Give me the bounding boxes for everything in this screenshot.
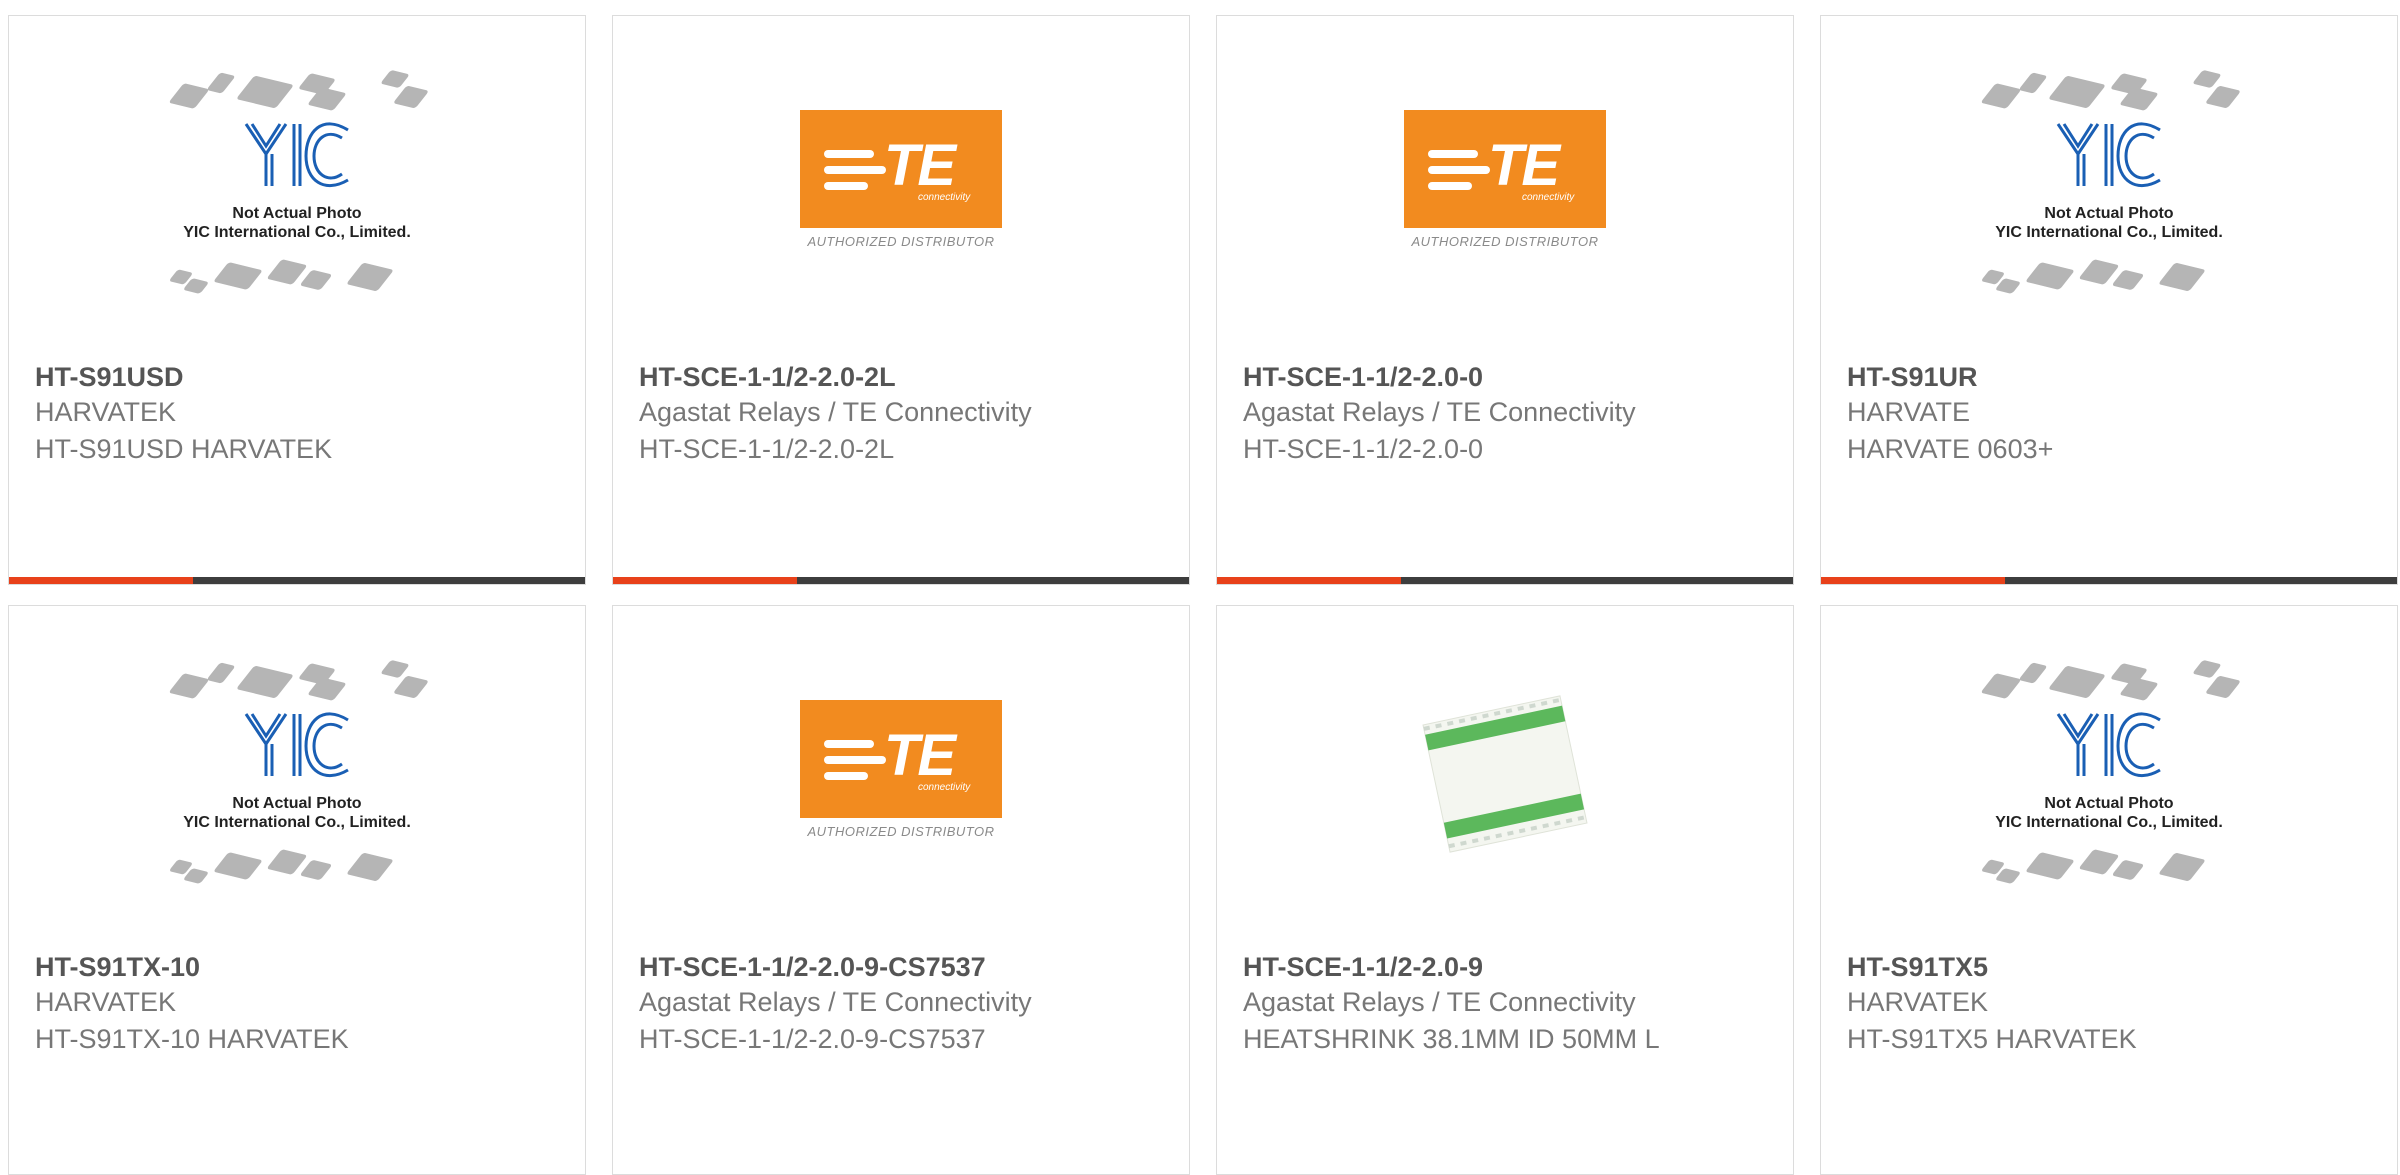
product-card[interactable]: Not Actual Photo YIC International Co., L… [8, 15, 586, 585]
product-description: HT-SCE-1-1/2-2.0-2L [639, 434, 895, 464]
part-number-link[interactable]: HT-SCE-1-1/2-2.0-0 [1243, 360, 1693, 394]
chip-icon [235, 665, 295, 699]
chip-icon [168, 673, 210, 699]
chip-icon [2158, 262, 2206, 292]
product-image[interactable]: Not Actual Photo YIC International Co., L… [1821, 606, 2397, 941]
product-image[interactable]: TE connectivity AUTHORIZED DISTRIBUTOR [613, 606, 1189, 941]
yic-placeholder-image: Not Actual Photo YIC International Co., L… [1974, 656, 2244, 891]
product-image[interactable]: TE connectivity AUTHORIZED DISTRIBUTOR [613, 16, 1189, 351]
manufacturer-name: Agastat Relays / TE Connectivity [1243, 987, 1636, 1017]
chip-icon [168, 83, 210, 109]
placeholder-note: Not Actual Photo [232, 795, 362, 812]
product-card[interactable]: Not Actual Photo YIC International Co., L… [1820, 605, 2398, 1175]
product-description: HT-S91USD HARVATEK [35, 434, 333, 464]
product-image[interactable]: TE connectivity AUTHORIZED DISTRIBUTOR [1217, 16, 1793, 351]
part-number-link[interactable]: HT-SCE-1-1/2-2.0-2L [639, 360, 1089, 394]
product-description: HT-SCE-1-1/2-2.0-9-CS7537 [639, 1024, 986, 1054]
te-connectivity-logo: TE connectivity AUTHORIZED DISTRIBUTOR [800, 699, 1002, 848]
placeholder-company: YIC International Co., Limited. [1995, 814, 2223, 831]
chip-icon [2111, 859, 2145, 881]
part-number-link[interactable]: HT-S91TX-10 [35, 950, 485, 984]
product-image[interactable]: Not Actual Photo YIC International Co., L… [9, 606, 585, 941]
chip-icon [2192, 659, 2222, 679]
part-number-link[interactable]: HT-SCE-1-1/2-2.0-9-CS7537 [639, 950, 1089, 984]
chip-icon [346, 262, 394, 292]
chip-icon [346, 852, 394, 882]
authorized-distributor-label: AUTHORIZED DISTRIBUTOR [807, 233, 995, 249]
manufacturer-name: Agastat Relays / TE Connectivity [639, 397, 1032, 427]
product-description: HEATSHRINK 38.1MM ID 50MM L [1243, 1024, 1660, 1054]
card-footer-bar [1217, 577, 1793, 584]
yic-logo-icon [244, 122, 349, 187]
chip-icon [2025, 852, 2075, 880]
chip-icon [392, 85, 430, 109]
chip-icon [2111, 269, 2145, 291]
placeholder-note: Not Actual Photo [2044, 205, 2174, 222]
product-image[interactable] [1217, 606, 1793, 941]
chip-icon [206, 662, 236, 684]
chip-icon [299, 269, 333, 291]
chip-icon [380, 69, 410, 89]
manufacturer-name: Agastat Relays / TE Connectivity [1243, 397, 1636, 427]
heatshrink-photo [1422, 694, 1588, 853]
chip-icon [1980, 83, 2022, 109]
product-card[interactable]: Not Actual Photo YIC International Co., L… [1820, 15, 2398, 585]
chip-icon [213, 262, 263, 290]
manufacturer-name: HARVATEK [1847, 987, 1989, 1017]
manufacturer-name: HARVATEK [35, 397, 177, 427]
product-description: HT-S91TX5 HARVATEK [1847, 1024, 2137, 1054]
placeholder-note: Not Actual Photo [232, 205, 362, 222]
chip-icon [2158, 852, 2206, 882]
chip-icon [380, 659, 410, 679]
part-number-link[interactable]: HT-SCE-1-1/2-2.0-9 [1243, 950, 1693, 984]
card-footer-bar [9, 577, 585, 584]
product-description: HT-S91TX-10 HARVATEK [35, 1024, 349, 1054]
chip-icon [2204, 85, 2242, 109]
product-image[interactable]: Not Actual Photo YIC International Co., L… [1821, 16, 2397, 351]
chip-icon [213, 852, 263, 880]
chip-icon [1980, 673, 2022, 699]
chip-icon [2047, 75, 2107, 109]
chip-icon [392, 675, 430, 699]
yic-placeholder-image: Not Actual Photo YIC International Co., L… [1974, 66, 2244, 301]
yic-logo-icon [2056, 122, 2161, 187]
product-description: HARVATE 0603+ [1847, 434, 2054, 464]
yic-placeholder-image: Not Actual Photo YIC International Co., L… [162, 656, 432, 891]
chip-icon [2204, 675, 2242, 699]
chip-icon [2018, 662, 2048, 684]
chip-icon [2018, 72, 2048, 94]
card-footer-bar [613, 577, 1189, 584]
product-description: HT-SCE-1-1/2-2.0-0 [1243, 434, 1484, 464]
chip-icon [206, 72, 236, 94]
placeholder-company: YIC International Co., Limited. [183, 224, 411, 241]
manufacturer-name: Agastat Relays / TE Connectivity [639, 987, 1032, 1017]
product-card[interactable]: TE connectivity AUTHORIZED DISTRIBUTOR HT-S… [1216, 15, 1794, 585]
placeholder-note: Not Actual Photo [2044, 795, 2174, 812]
manufacturer-name: HARVATE [1847, 397, 1971, 427]
authorized-distributor-label: AUTHORIZED DISTRIBUTOR [807, 823, 995, 839]
placeholder-company: YIC International Co., Limited. [183, 814, 411, 831]
yic-logo-icon [244, 712, 349, 777]
chip-icon [235, 75, 295, 109]
part-number-link[interactable]: HT-S91USD [35, 360, 485, 394]
part-number-link[interactable]: HT-S91UR [1847, 360, 2297, 394]
product-card[interactable]: TE connectivity AUTHORIZED DISTRIBUTOR HT-S… [612, 15, 1190, 585]
chip-icon [299, 859, 333, 881]
product-card[interactable]: TE connectivity AUTHORIZED DISTRIBUTOR HT-S… [612, 605, 1190, 1175]
product-card[interactable]: HT-SCE-1-1/2-2.0-9 Agastat Relays / TE Co… [1216, 605, 1794, 1175]
chip-icon [2047, 665, 2107, 699]
card-footer-bar [1821, 577, 2397, 584]
chip-icon [2192, 69, 2222, 89]
placeholder-company: YIC International Co., Limited. [1995, 224, 2223, 241]
manufacturer-name: HARVATEK [35, 987, 177, 1017]
chip-icon [2025, 262, 2075, 290]
authorized-distributor-label: AUTHORIZED DISTRIBUTOR [1411, 233, 1599, 249]
te-connectivity-logo: TE connectivity AUTHORIZED DISTRIBUTOR [1404, 109, 1606, 258]
yic-placeholder-image: Not Actual Photo YIC International Co., L… [162, 66, 432, 301]
part-number-link[interactable]: HT-S91TX5 [1847, 950, 2297, 984]
yic-logo-icon [2056, 712, 2161, 777]
product-image[interactable]: Not Actual Photo YIC International Co., L… [9, 16, 585, 351]
product-card[interactable]: Not Actual Photo YIC International Co., L… [8, 605, 586, 1175]
te-connectivity-logo: TE connectivity AUTHORIZED DISTRIBUTOR [800, 109, 1002, 258]
